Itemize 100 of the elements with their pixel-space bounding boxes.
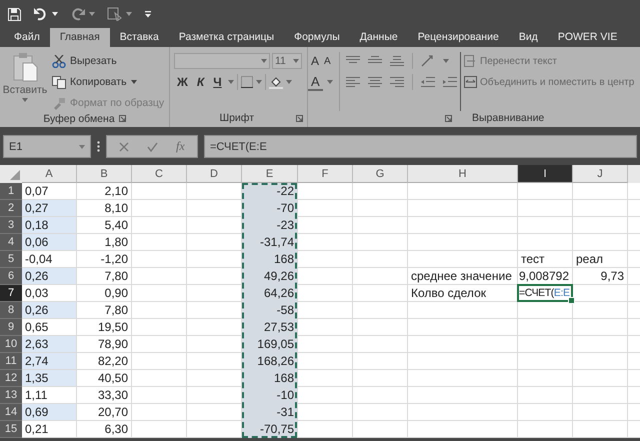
row-header[interactable]: 12 bbox=[0, 370, 22, 387]
more-options-icon[interactable] bbox=[97, 141, 100, 152]
dialog-launcher-icon[interactable] bbox=[296, 114, 303, 122]
table-cell-text: -58 bbox=[276, 302, 295, 318]
increase-font-size-button[interactable]: A bbox=[308, 54, 322, 68]
ribbon-tab[interactable]: Рецензирование bbox=[408, 28, 509, 47]
text-orientation-icon[interactable] bbox=[421, 55, 435, 67]
column-header[interactable]: J bbox=[573, 165, 628, 183]
row-header[interactable]: 13 bbox=[0, 387, 22, 404]
align-right-icon[interactable] bbox=[390, 76, 404, 88]
table-cell-text: 169,05 bbox=[256, 336, 295, 352]
table-cell: 0,26 bbox=[22, 302, 76, 318]
caret-icon[interactable] bbox=[89, 12, 95, 16]
table-cell-text: -70,75 bbox=[258, 421, 295, 437]
save-icon[interactable] bbox=[8, 8, 21, 20]
active-cell-editor[interactable]: =СЧЕТ(E:E bbox=[517, 284, 573, 302]
copy-button[interactable]: Копировать bbox=[52, 76, 127, 88]
italic-button[interactable]: К bbox=[194, 75, 208, 89]
dialog-launcher-icon[interactable] bbox=[118, 115, 126, 122]
row-header[interactable]: 3 bbox=[0, 217, 22, 234]
caret-icon[interactable] bbox=[52, 12, 58, 16]
ribbon-tab[interactable]: Вставка bbox=[110, 28, 169, 47]
column-header[interactable]: E bbox=[242, 165, 298, 183]
column-header[interactable]: G bbox=[353, 165, 408, 183]
row-header[interactable]: 1 bbox=[0, 183, 22, 200]
row-header[interactable]: 10 bbox=[0, 336, 22, 353]
ribbon-tab[interactable]: Формулы bbox=[284, 28, 350, 47]
ribbon-tab[interactable]: Файл bbox=[4, 28, 50, 47]
row-header[interactable]: 6 bbox=[0, 268, 22, 285]
formula-input[interactable]: =СЧЕТ(E:E bbox=[204, 135, 637, 158]
column-header[interactable]: A bbox=[22, 165, 77, 183]
decrease-font-size-button[interactable]: A bbox=[324, 56, 331, 66]
underline-button[interactable]: Ч bbox=[210, 75, 225, 89]
row-header[interactable]: 2 bbox=[0, 200, 22, 217]
row-header[interactable]: 11 bbox=[0, 353, 22, 370]
table-cell-text: 0,07 bbox=[24, 183, 50, 199]
scissors-icon bbox=[52, 54, 66, 68]
font-color-button[interactable]: A bbox=[308, 74, 323, 90]
table-cell-text: 40,50 bbox=[96, 370, 129, 386]
column-header[interactable]: B bbox=[77, 165, 132, 183]
row-header[interactable]: 14 bbox=[0, 404, 22, 421]
table-cell-text: 9,73 bbox=[600, 268, 625, 284]
column-header[interactable]: C bbox=[132, 165, 187, 183]
row-header[interactable]: 9 bbox=[0, 319, 22, 336]
increase-indent-icon[interactable] bbox=[443, 76, 457, 88]
table-cell-text: 6,30 bbox=[104, 421, 129, 437]
font-size-field[interactable]: 11 bbox=[272, 53, 302, 69]
row-header[interactable]: 5 bbox=[0, 251, 22, 268]
table-cell-text: 168 bbox=[272, 251, 295, 267]
ribbon-tab[interactable]: Главная bbox=[50, 28, 110, 47]
table-cell-text: -23 bbox=[276, 217, 295, 233]
caret-icon[interactable] bbox=[130, 80, 137, 84]
customize-toolbar-icon[interactable] bbox=[144, 10, 152, 18]
table-cell: 0,27 bbox=[22, 200, 76, 216]
column-header[interactable]: I bbox=[518, 165, 573, 183]
table-cell: 0,06 bbox=[22, 234, 76, 250]
checkmark-icon[interactable] bbox=[147, 142, 158, 152]
column-header[interactable]: F bbox=[298, 165, 353, 183]
font-name-field[interactable] bbox=[174, 53, 270, 69]
table-cell-text: 20,70 bbox=[96, 404, 129, 420]
row-header[interactable]: 7 bbox=[0, 285, 22, 302]
ribbon-tab[interactable]: Вид bbox=[508, 28, 548, 47]
fill-color-icon[interactable] bbox=[268, 76, 283, 88]
dialog-launcher-icon[interactable] bbox=[445, 114, 452, 122]
table-cell-text: 1,80 bbox=[104, 234, 129, 250]
table-cell: 0,26 bbox=[22, 268, 76, 284]
table-cell: 1,35 bbox=[22, 370, 76, 386]
touch-mode-icon[interactable] bbox=[107, 7, 123, 21]
row-header[interactable]: 4 bbox=[0, 234, 22, 251]
ribbon-tab[interactable]: POWER VIE bbox=[548, 28, 628, 47]
redo-icon[interactable] bbox=[70, 7, 86, 21]
name-box[interactable]: E1 bbox=[3, 135, 91, 158]
decrease-indent-icon[interactable] bbox=[421, 76, 435, 88]
paintbrush-icon bbox=[52, 96, 66, 110]
copy-icon bbox=[52, 76, 66, 88]
table-cell-text: 0,90 bbox=[104, 285, 129, 301]
paste-button[interactable]: Вставить bbox=[4, 52, 46, 112]
column-header[interactable]: D bbox=[187, 165, 242, 183]
select-all-icon[interactable] bbox=[10, 170, 20, 180]
caret-icon[interactable] bbox=[126, 12, 132, 16]
table-cell-text: 33,30 bbox=[96, 387, 129, 403]
group-title: Шрифт bbox=[219, 112, 254, 124]
table-cell-text: 2,10 bbox=[104, 183, 129, 199]
borders-icon[interactable] bbox=[240, 76, 253, 88]
cancel-icon[interactable] bbox=[119, 142, 129, 152]
table-cell-text: -70 bbox=[276, 200, 295, 216]
cut-button[interactable]: Вырезать bbox=[52, 54, 117, 68]
table-cell-text: 0,21 bbox=[24, 421, 50, 437]
ribbon-tab[interactable]: Разметка страницы bbox=[168, 28, 284, 47]
row-header[interactable]: 8 bbox=[0, 302, 22, 319]
align-bottom-icon[interactable] bbox=[390, 55, 404, 67]
table-cell-text: 5,40 bbox=[104, 217, 129, 233]
bold-button[interactable]: Ж bbox=[174, 75, 191, 89]
table-cell-text: 7,80 bbox=[104, 268, 129, 284]
align-left-icon[interactable] bbox=[346, 76, 360, 88]
align-center-icon[interactable] bbox=[368, 76, 382, 88]
ribbon-tab[interactable]: Данные bbox=[350, 28, 408, 47]
table-cell-text: 64,26 bbox=[262, 285, 295, 301]
column-header[interactable]: H bbox=[408, 165, 518, 183]
row-header[interactable]: 15 bbox=[0, 421, 22, 438]
